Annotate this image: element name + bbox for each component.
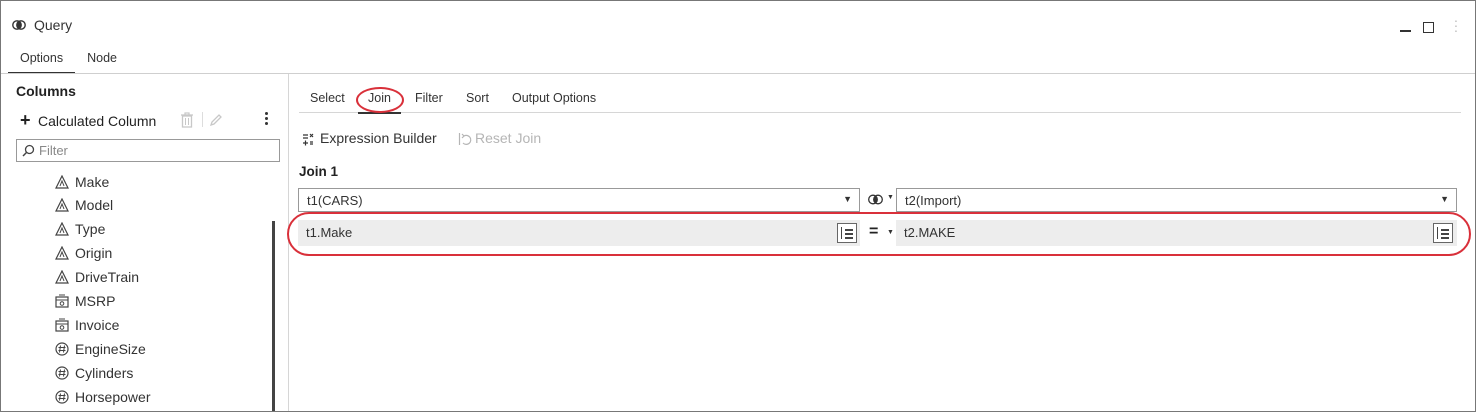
chevron-down-icon: ▼ — [843, 194, 852, 204]
character-column-icon — [55, 198, 69, 212]
expression-icon — [303, 133, 314, 146]
right-table-select[interactable]: t2(Import) ▼ — [896, 188, 1457, 212]
tab-options[interactable]: Options — [8, 47, 76, 74]
list-item[interactable]: Model — [55, 194, 113, 216]
numeric-column-icon — [55, 390, 69, 404]
numeric-column-icon — [55, 342, 69, 356]
more-vertical-icon[interactable] — [265, 112, 269, 128]
column-name: Type — [75, 221, 106, 237]
column-name: Model — [75, 197, 114, 213]
right-table-value: t2(Import) — [905, 193, 962, 208]
chevron-down-icon: ▼ — [887, 194, 894, 201]
window-title: Query — [34, 17, 73, 33]
tab-sort[interactable]: Sort — [466, 91, 489, 105]
column-name: DriveTrain — [75, 269, 140, 285]
top-tab-bar: Options Node — [8, 47, 129, 74]
join-heading: Join 1 — [299, 164, 339, 179]
column-name: MSRP — [75, 293, 116, 309]
plus-icon[interactable]: + — [20, 110, 31, 130]
filter-field[interactable] — [16, 139, 280, 162]
list-item[interactable]: DriveTrain — [55, 266, 139, 288]
reset-icon — [458, 133, 472, 145]
join-type-select[interactable]: ▼ — [868, 193, 894, 207]
character-column-icon — [55, 270, 69, 284]
list-item[interactable]: Type — [55, 218, 105, 240]
column-name: Origin — [75, 245, 113, 261]
left-table-select[interactable]: t1(CARS) ▼ — [298, 188, 860, 212]
maximize-icon[interactable] — [1423, 22, 1434, 33]
column-name: Cylinders — [75, 365, 134, 381]
join-condition-highlight — [287, 212, 1471, 256]
tab-node[interactable]: Node — [75, 47, 129, 74]
column-name: EngineSize — [75, 341, 146, 357]
character-column-icon — [55, 175, 69, 189]
column-list-scrollbar[interactable] — [272, 221, 275, 411]
chevron-down-icon: ▼ — [1440, 194, 1449, 204]
column-name: Make — [75, 174, 110, 190]
query-tab-bar: Select Join Filter Sort Output Options — [299, 85, 1461, 114]
calculated-column-button[interactable]: Calculated Column — [38, 113, 156, 129]
columns-panel: Columns + Calculated Column Filter Make … — [1, 74, 289, 411]
tab-output-options[interactable]: Output Options — [512, 91, 596, 105]
currency-column-icon — [55, 294, 69, 308]
list-item[interactable]: Horsepower — [55, 386, 150, 408]
inner-join-icon — [868, 194, 883, 205]
column-name: Horsepower — [75, 389, 151, 405]
more-vertical-icon[interactable]: · · · — [1453, 13, 1459, 37]
join-circles-icon — [12, 20, 26, 30]
list-item[interactable]: Origin — [55, 242, 112, 264]
filter-input[interactable] — [39, 142, 275, 159]
toolbar-separator — [202, 112, 203, 127]
tab-filter[interactable]: Filter — [415, 91, 443, 105]
left-table-value: t1(CARS) — [307, 193, 363, 208]
expression-builder-label: Expression Builder — [320, 130, 437, 146]
character-column-icon — [55, 246, 69, 260]
trash-icon[interactable] — [180, 112, 194, 128]
list-item[interactable]: Invoice — [55, 314, 119, 336]
query-window: Query · · · Options Node Columns + Calcula… — [0, 0, 1476, 412]
join-tab-highlight — [356, 87, 404, 113]
list-item[interactable]: MSRP — [55, 290, 115, 312]
column-list: Make Model Type Origin DriveTrain MSRP I… — [1, 174, 273, 411]
column-name: Invoice — [75, 317, 120, 333]
minimize-icon[interactable] — [1400, 30, 1411, 32]
list-item[interactable]: Make — [55, 174, 109, 193]
search-icon — [22, 144, 35, 157]
columns-toolbar: + Calculated Column — [16, 110, 281, 132]
list-item[interactable]: EngineSize — [55, 338, 146, 360]
columns-heading: Columns — [16, 83, 76, 99]
currency-column-icon — [55, 318, 69, 332]
tab-select[interactable]: Select — [310, 91, 345, 105]
title-bar: Query · · · — [1, 1, 1475, 45]
pencil-icon[interactable] — [209, 113, 223, 127]
character-column-icon — [55, 222, 69, 236]
list-item[interactable]: Cylinders — [55, 362, 133, 384]
reset-join-label: Reset Join — [475, 130, 542, 146]
numeric-column-icon — [55, 366, 69, 380]
